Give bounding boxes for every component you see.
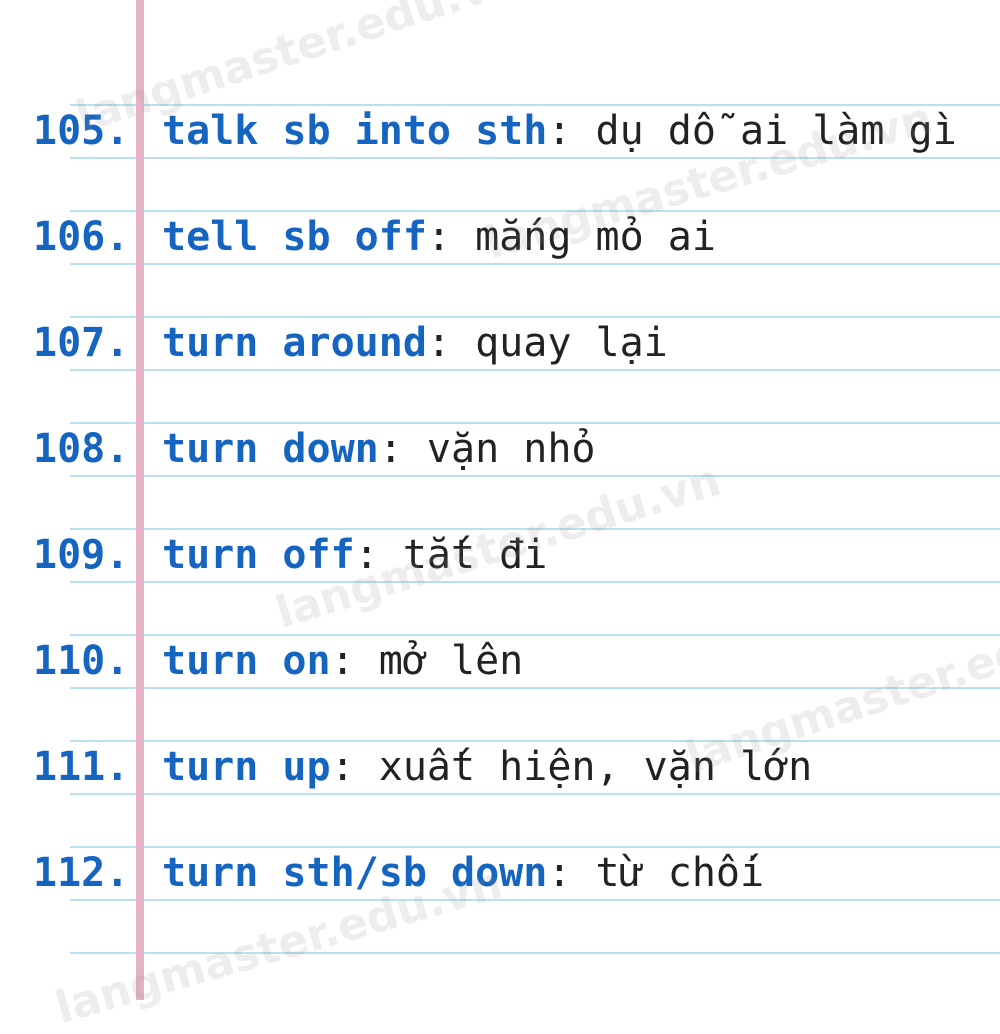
vocab-entry: 107. turn around: quay lại [0,313,1000,373]
entry-number: 106. [33,214,130,260]
entry-number: 109. [33,532,130,578]
entry-term: tell sb off [162,214,427,260]
entry-colon: : [547,850,572,896]
entry-colon: : [547,108,572,154]
vocab-entry: 112. turn sth/sb down: từ chối [0,843,1000,903]
entry-colon: : [378,426,403,472]
entry-meaning: mở lên [354,638,524,684]
entry-term: turn up [162,744,331,790]
entry-colon: : [426,320,451,366]
entry-number: 105. [33,108,130,154]
entry-text: talk sb into sth: dụ dỗ ai làm gì [162,101,957,161]
entry-meaning: tắt đi [378,532,548,578]
entry-number: 108. [33,426,130,472]
entry-term: turn off [162,532,355,578]
entry-text: turn up: xuất hiện, vặn lớn [162,737,812,797]
entry-colon: : [354,532,379,578]
rule-line [70,952,1000,954]
entry-text: turn on: mở lên [162,631,523,691]
entry-text: tell sb off: mắng mỏ ai [162,207,716,267]
entry-colon: : [330,744,355,790]
entry-term: talk sb into sth [162,108,548,154]
entry-term: turn on [162,638,331,684]
entry-meaning: mắng mỏ ai [451,214,716,260]
entry-text: turn around: quay lại [162,313,668,373]
entry-meaning: dụ dỗ ai làm gì [571,108,957,154]
entry-text: turn sth/sb down: từ chối [162,843,764,903]
entry-number: 112. [33,850,130,896]
entry-number: 107. [33,320,130,366]
vocab-entry: 111. turn up: xuất hiện, vặn lớn [0,737,1000,797]
entry-term: turn around [162,320,427,366]
entry-meaning: vặn nhỏ [402,426,596,472]
vocab-entry: 109. turn off: tắt đi [0,525,1000,585]
entry-colon: : [426,214,451,260]
vocab-entry: 108. turn down: vặn nhỏ [0,419,1000,479]
entry-number: 111. [33,744,130,790]
vocab-entry: 110. turn on: mở lên [0,631,1000,691]
vocab-entry: 105. talk sb into sth: dụ dỗ ai làm gì [0,101,1000,161]
entry-term: turn sth/sb down [162,850,548,896]
entry-text: turn off: tắt đi [162,525,547,585]
entry-meaning: từ chối [571,850,765,896]
vocab-entry: 106. tell sb off: mắng mỏ ai [0,207,1000,267]
entry-meaning: xuất hiện, vặn lớn [354,744,813,790]
entry-number: 110. [33,638,130,684]
entry-meaning: quay lại [451,320,668,366]
entry-text: turn down: vặn nhỏ [162,419,596,479]
entry-colon: : [330,638,355,684]
entry-term: turn down [162,426,379,472]
notebook-page: 105. talk sb into sth: dụ dỗ ai làm gì 1… [0,0,1000,1034]
